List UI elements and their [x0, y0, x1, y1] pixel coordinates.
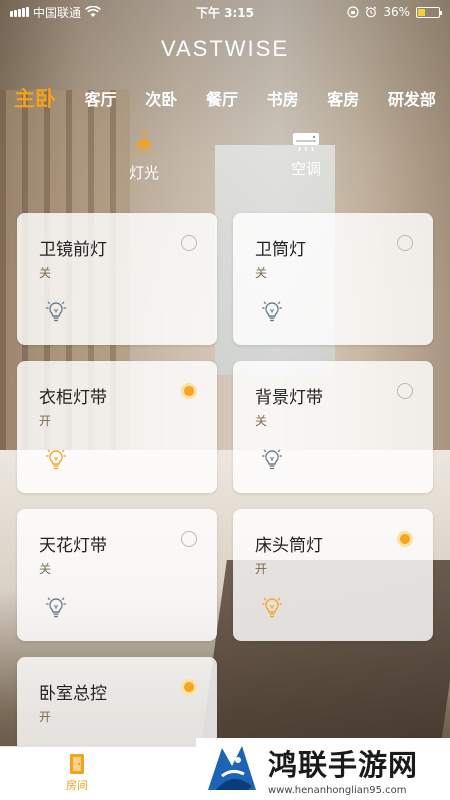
watermark-logo [202, 740, 262, 798]
device-card[interactable]: 背景灯带 关 [233, 361, 433, 493]
bulb-icon [262, 301, 282, 322]
watermark-url: www.henanhonglian95.com [268, 785, 407, 796]
signal-icon [10, 7, 29, 17]
rotation-lock-icon [347, 6, 359, 18]
device-card[interactable]: 天花灯带 关 [17, 509, 217, 641]
ceiling-light-icon [134, 130, 154, 155]
device-toggle[interactable] [181, 235, 197, 251]
device-type-tabs: 灯光 空调 [0, 130, 450, 190]
room-tab-second-bedroom[interactable]: 次卧 [145, 86, 177, 110]
bulb-icon [46, 449, 66, 470]
device-name: 卫镜前灯 [39, 240, 107, 260]
room-tab-living-room[interactable]: 客厅 [85, 86, 117, 110]
wifi-icon [85, 6, 101, 17]
device-toggle[interactable] [181, 679, 197, 695]
room-tab-master-bedroom[interactable]: 主卧 [14, 83, 56, 113]
device-state: 关 [255, 266, 268, 280]
air-conditioner-icon [293, 133, 319, 152]
bulb-icon [46, 301, 66, 322]
tab-lighting-label: 灯光 [128, 164, 159, 182]
device-card[interactable]: 卫镜前灯 关 [17, 213, 217, 345]
tab-rooms[interactable]: 房间 [55, 753, 99, 793]
carrier-label: 中国联通 [33, 5, 82, 20]
device-state: 开 [39, 414, 52, 428]
room-tabs: 主卧 客厅 次卧 餐厅 书房 客房 研发部 [14, 82, 436, 114]
device-toggle[interactable] [181, 383, 197, 399]
device-state: 开 [39, 710, 52, 724]
device-state: 关 [39, 562, 52, 576]
app-title: VASTWISE [160, 36, 290, 61]
status-bar: 中国联通 下午 3:15 36% [0, 0, 450, 24]
battery-icon [416, 6, 442, 18]
device-state: 关 [39, 266, 52, 280]
status-time: 下午 3:15 [195, 5, 255, 20]
watermark-title: 鸿联手游网 [268, 748, 419, 782]
room-tab-guest-room[interactable]: 客房 [327, 86, 359, 110]
device-toggle[interactable] [397, 383, 413, 399]
tab-rooms-label: 房间 [66, 779, 88, 792]
bulb-icon [262, 449, 282, 470]
bulb-icon [262, 597, 282, 618]
device-card[interactable]: 衣柜灯带 开 [17, 361, 217, 493]
device-name: 背景灯带 [255, 388, 323, 408]
tab-air-conditioner[interactable]: 空调 [284, 130, 328, 179]
device-name: 床头筒灯 [255, 536, 323, 556]
battery-percent: 36% [383, 5, 410, 19]
device-state: 开 [255, 562, 268, 576]
device-card[interactable]: 床头筒灯 开 [233, 509, 433, 641]
watermark: 鸿联手游网 www.henanhonglian95.com [196, 738, 450, 800]
device-state: 关 [255, 414, 268, 428]
device-name: 衣柜灯带 [39, 388, 107, 408]
device-toggle[interactable] [397, 235, 413, 251]
device-card[interactable]: 卫筒灯 关 [233, 213, 433, 345]
door-icon [70, 754, 84, 774]
tab-air-conditioner-label: 空调 [290, 160, 321, 178]
room-tab-study[interactable]: 书房 [267, 86, 299, 110]
room-tab-dining-room[interactable]: 餐厅 [206, 86, 238, 110]
device-toggle[interactable] [181, 531, 197, 547]
alarm-icon [365, 6, 377, 18]
device-name: 卧室总控 [39, 684, 107, 704]
bulb-icon [46, 597, 66, 618]
tab-lighting[interactable]: 灯光 [122, 130, 166, 183]
room-tab-rnd-department[interactable]: 研发部 [388, 86, 436, 110]
device-name: 卫筒灯 [255, 240, 306, 260]
device-toggle[interactable] [397, 531, 413, 547]
device-name: 天花灯带 [39, 536, 107, 556]
